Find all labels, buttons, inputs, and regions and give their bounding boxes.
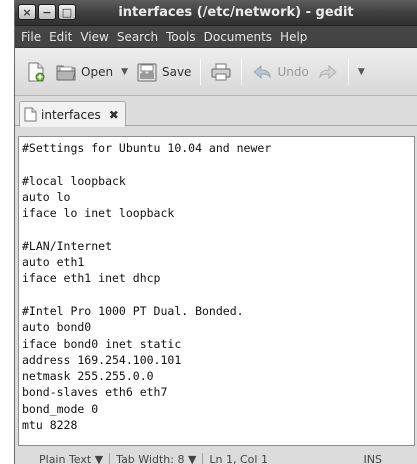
editor-line[interactable]: #LAN/Internet: [22, 238, 414, 254]
menu-view[interactable]: View: [76, 30, 112, 44]
undo-icon: [253, 64, 271, 79]
tab-interfaces[interactable]: interfaces ✖: [19, 101, 126, 127]
save-icon: [137, 63, 157, 81]
open-button[interactable]: Open: [51, 57, 117, 87]
save-button[interactable]: Save: [132, 57, 195, 87]
redo-icon: [319, 64, 337, 79]
editor-line[interactable]: address 169.254.100.101: [22, 352, 414, 368]
language-selector[interactable]: Plain Text ▼: [33, 453, 109, 464]
toolbar: Open ▼ Save Undo ▼: [15, 48, 417, 96]
open-label: Open: [81, 64, 114, 79]
gedit-window: × − □ interfaces (/etc/network) - gedit …: [14, 0, 417, 464]
editor-content[interactable]: #Settings for Ubuntu 10.04 and newer #loc…: [19, 137, 414, 445]
editor-line[interactable]: bond-slaves eth6 eth7: [22, 384, 414, 400]
editor-line[interactable]: netmask 255.255.0.0: [22, 368, 414, 384]
close-tab-icon[interactable]: ✖: [109, 108, 119, 122]
editor-line[interactable]: bond_mode 0: [22, 401, 414, 417]
editor-line[interactable]: [22, 221, 414, 237]
print-button[interactable]: [206, 57, 236, 87]
text-editor[interactable]: #Settings for Ubuntu 10.04 and newer #loc…: [18, 136, 415, 446]
editor-line[interactable]: [22, 156, 414, 172]
cursor-position: Ln 1, Col 1: [209, 452, 268, 464]
new-document-icon: [28, 62, 45, 81]
toolbar-separator: [347, 58, 349, 85]
insert-mode-indicator: INS: [363, 452, 382, 464]
menu-bar: File Edit View Search Tools Documents He…: [15, 26, 417, 48]
editor-line[interactable]: iface lo inet loopback: [22, 205, 414, 221]
window-title: interfaces (/etc/network) - gedit: [118, 5, 354, 20]
toolbar-separator: [241, 58, 243, 85]
toolbar-overflow-dropdown[interactable]: ▼: [354, 67, 369, 77]
text-file-icon: [24, 107, 37, 122]
editor-line[interactable]: [22, 287, 414, 303]
toolbar-separator: [200, 58, 202, 85]
folder-open-icon: [56, 65, 76, 80]
editor-line[interactable]: #Intel Pro 1000 PT Dual. Bonded.: [22, 303, 414, 319]
menu-help[interactable]: Help: [276, 30, 311, 44]
editor-line[interactable]: auto lo: [22, 189, 414, 205]
save-label: Save: [161, 64, 192, 79]
undo-label: Undo: [277, 64, 309, 79]
menu-tools[interactable]: Tools: [162, 30, 200, 44]
status-bar: Plain Text ▼ Tab Width: 8 ▼ Ln 1, Col 1 …: [15, 452, 417, 464]
editor-line[interactable]: auto bond0: [22, 319, 414, 335]
undo-button[interactable]: Undo: [247, 57, 312, 87]
editor-line[interactable]: iface bond0 inet static: [22, 336, 414, 352]
tab-width-selector[interactable]: Tab Width: 8 ▼: [110, 453, 202, 464]
editor-line[interactable]: mtu 8228: [22, 417, 414, 433]
editor-line[interactable]: iface eth1 inet dhcp: [22, 270, 414, 286]
document-tab-strip: interfaces ✖: [15, 96, 417, 127]
menu-file[interactable]: File: [17, 30, 45, 44]
redo-button[interactable]: [313, 57, 343, 87]
editor-line[interactable]: #local loopback: [22, 173, 414, 189]
editor-line[interactable]: #Settings for Ubuntu 10.04 and newer: [22, 140, 414, 156]
open-recent-dropdown[interactable]: ▼: [117, 67, 132, 77]
title-bar[interactable]: × − □ interfaces (/etc/network) - gedit: [15, 0, 417, 26]
menu-edit[interactable]: Edit: [45, 30, 76, 44]
menu-documents[interactable]: Documents: [200, 30, 276, 44]
printer-icon: [211, 63, 231, 80]
tab-label: interfaces: [41, 107, 101, 122]
menu-search[interactable]: Search: [113, 30, 162, 44]
new-document-button[interactable]: [21, 57, 51, 87]
editor-line[interactable]: auto eth1: [22, 254, 414, 270]
editor-line[interactable]: [22, 433, 414, 445]
